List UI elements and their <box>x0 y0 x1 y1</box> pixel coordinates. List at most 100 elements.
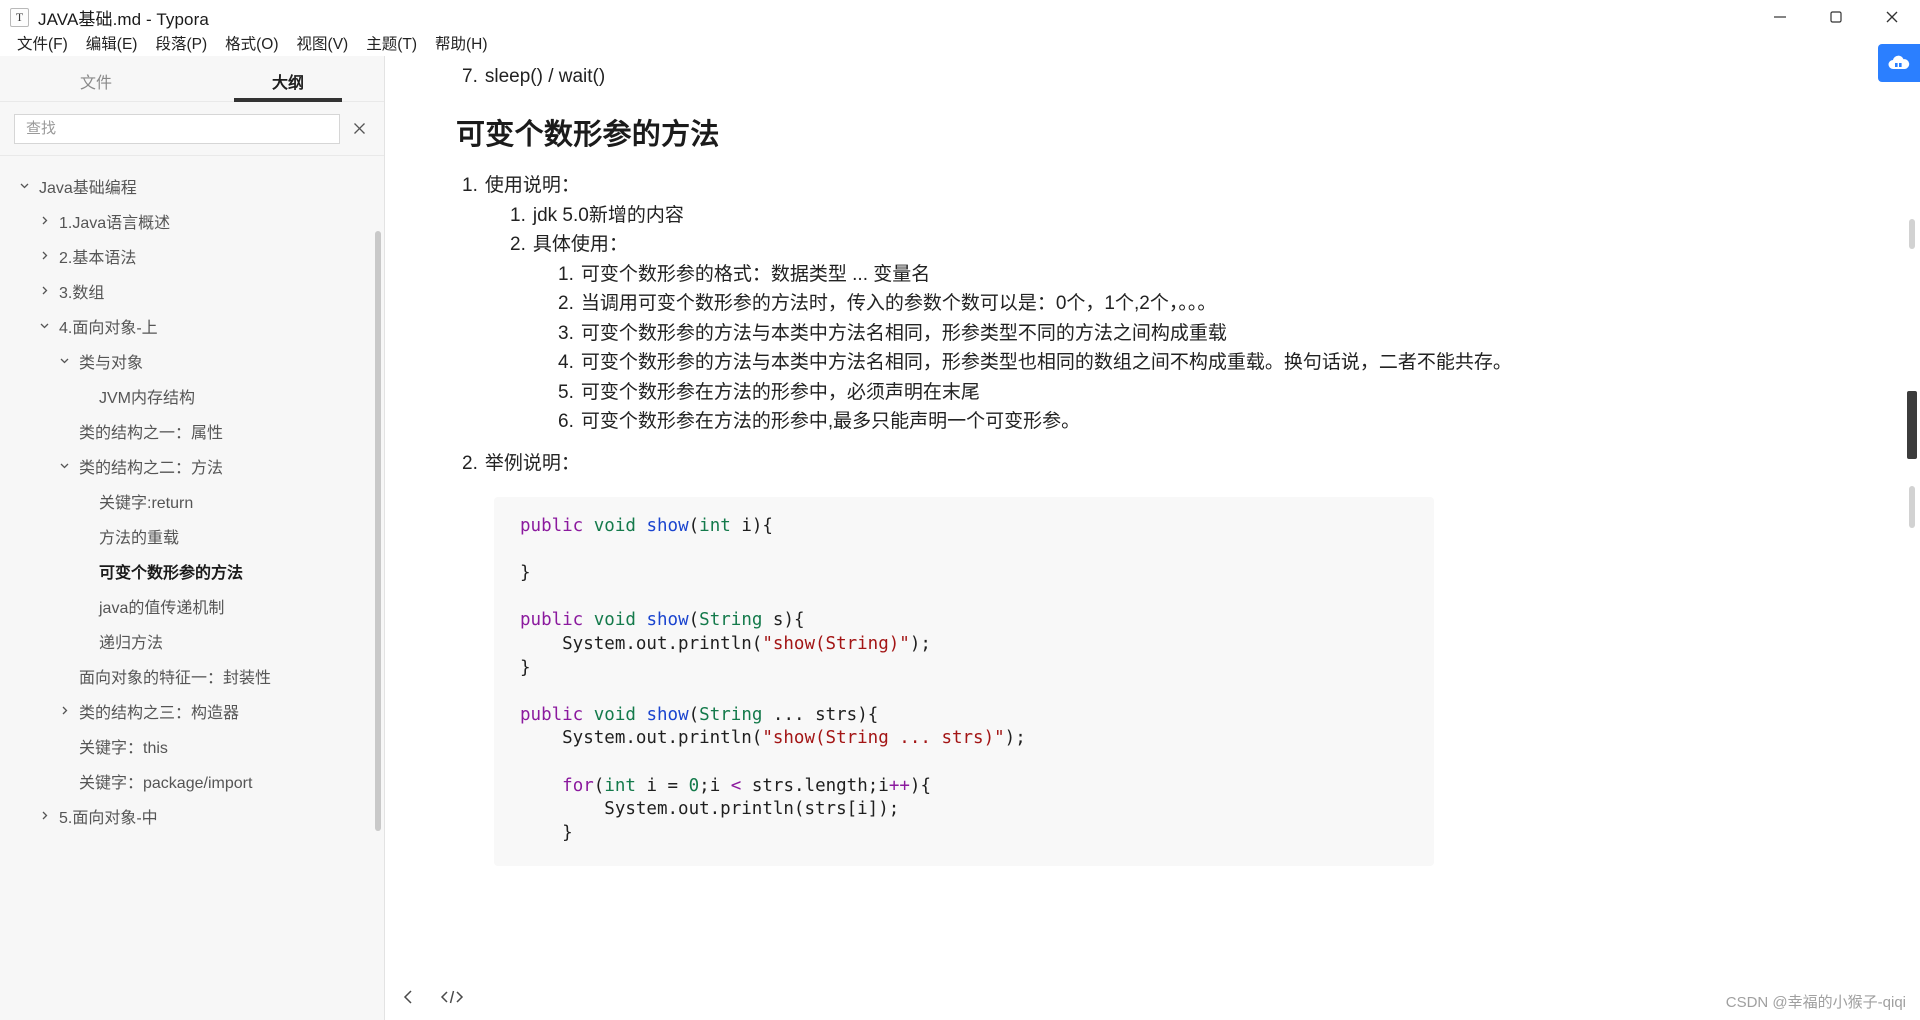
list-item-number: 2. <box>510 234 526 256</box>
source-code-mode-button[interactable] <box>440 988 464 1006</box>
list-item: 4. 可变个数形参的方法与本类中方法名相同，形参类型也相同的数组之间不构成重载。换… <box>558 348 1622 377</box>
code-token: System.out.println(strs[i]); <box>520 799 900 820</box>
code-token: ++ <box>888 775 910 796</box>
code-token: show <box>646 515 689 536</box>
code-token: show <box>646 704 689 725</box>
bottom-toolbar <box>386 974 1920 1020</box>
menu-paragraph[interactable]: 段落(P) <box>146 29 216 57</box>
list-item-number: 1. <box>510 204 526 226</box>
document-list: 1. 使用说明： 1. jdk 5.0新增的内容 2. 具体使用： 1. 可变个数形参的格式：… <box>446 171 1850 478</box>
search-input[interactable] <box>24 119 330 138</box>
menu-format[interactable]: 格式(O) <box>216 29 287 57</box>
chevron-right-icon[interactable] <box>36 285 52 296</box>
menu-view[interactable]: 视图(V) <box>288 29 358 57</box>
code-line: } <box>520 822 1408 846</box>
code-token: ( <box>688 515 700 536</box>
menu-theme[interactable]: 主题(T) <box>357 29 426 57</box>
list-item-text: 可变个数形参的方法与本类中方法名相同，形参类型不同的方法之间构成重载 <box>580 322 1227 344</box>
editor-pane[interactable]: 7. sleep() / wait() 可变个数形参的方法 1. 使用说明： 1. j… <box>386 56 1920 1020</box>
outline-item[interactable]: 关键字：package/import <box>0 763 384 798</box>
outline-item[interactable]: 5.面向对象-中 <box>0 798 384 833</box>
outline-item-label: Java基础编程 <box>39 179 137 197</box>
list-item-text: 可变个数形参在方法的形参中，必须声明在末尾 <box>580 381 980 403</box>
code-token: String <box>699 704 763 725</box>
chevron-right-icon[interactable] <box>36 810 52 821</box>
chevron-down-icon[interactable] <box>56 460 72 471</box>
list-item-text: 具体使用： <box>532 234 628 256</box>
code-token: } <box>520 657 531 678</box>
outline-item[interactable]: 2.基本语法 <box>0 238 384 273</box>
code-line: System.out.println("show(String ... strs… <box>520 727 1408 751</box>
cloud-sync-icon[interactable] <box>1878 44 1920 82</box>
list-item-number: 1. <box>558 263 574 285</box>
editor-scrollbar-thumb[interactable] <box>1907 391 1917 459</box>
chevron-down-icon[interactable] <box>16 180 32 191</box>
code-token: void <box>593 515 636 536</box>
sidebar-scrollbar[interactable] <box>375 231 381 831</box>
list-item: 5. 可变个数形参在方法的形参中，必须声明在末尾 <box>558 378 1622 407</box>
outline-item-label: 4.面向对象-上 <box>59 319 158 337</box>
list-item-number: 3. <box>558 322 574 344</box>
outline-item[interactable]: java的值传递机制 <box>0 588 384 623</box>
close-button[interactable] <box>1864 0 1920 34</box>
outline-item[interactable]: 关键字:return <box>0 483 384 518</box>
list-item-number: 4. <box>558 352 574 374</box>
outline-item[interactable]: 1.Java语言概述 <box>0 203 384 238</box>
outline-item[interactable]: 可变个数形参的方法 <box>0 553 384 588</box>
minimize-button[interactable] <box>1752 0 1808 34</box>
outline-tree: Java基础编程 1.Java语言概述 2.基本语法 3.数组 4.面向对象-上类与对象… <box>0 156 384 1020</box>
outline-item[interactable]: 方法的重载 <box>0 518 384 553</box>
tab-outline[interactable]: 大纲 <box>192 69 384 102</box>
outline-item[interactable]: 3.数组 <box>0 273 384 308</box>
chevron-right-icon[interactable] <box>56 705 72 716</box>
search-close-icon[interactable] <box>348 118 370 140</box>
chevron-right-icon[interactable] <box>36 250 52 261</box>
menu-file[interactable]: 文件(F) <box>8 29 77 57</box>
list-item-text: 举例说明： <box>484 453 580 475</box>
outline-item-label: 关键字：this <box>79 739 168 757</box>
outline-item[interactable]: JVM内存结构 <box>0 378 384 413</box>
outline-item[interactable]: 面向对象的特征一：封装性 <box>0 658 384 693</box>
maximize-button[interactable] <box>1808 0 1864 34</box>
sidebar-toggle-button[interactable] <box>400 988 418 1006</box>
outline-item-label: 1.Java语言概述 <box>59 214 171 232</box>
list-item: 3. 可变个数形参的方法与本类中方法名相同，形参类型不同的方法之间构成重载 <box>558 319 1622 348</box>
tab-files[interactable]: 文件 <box>0 69 192 101</box>
outline-item[interactable]: 类的结构之一：属性 <box>0 413 384 448</box>
code-token: ( <box>593 775 605 796</box>
window-title: JAVA基础.md - Typora <box>38 9 209 29</box>
sidebar: 文件 大纲 Java基础编程 1.Java语言概述 2.基本语法 3.数组 4.面向对象… <box>0 56 385 1020</box>
outline-item[interactable]: 类的结构之三：构造器 <box>0 693 384 728</box>
outline-item[interactable]: 类的结构之二：方法 <box>0 448 384 483</box>
menu-edit[interactable]: 编辑(E) <box>77 29 147 57</box>
menu-help[interactable]: 帮助(H) <box>426 29 497 57</box>
code-token: ){ <box>909 775 931 796</box>
outline-item[interactable]: 类与对象 <box>0 343 384 378</box>
code-token: ( <box>688 704 700 725</box>
chevron-down-icon[interactable] <box>56 355 72 366</box>
code-line: public void show(String s){ <box>520 609 1408 633</box>
code-token: int <box>699 515 731 536</box>
chevron-down-icon[interactable] <box>36 320 52 331</box>
chevron-right-icon[interactable] <box>36 215 52 226</box>
code-token: ( <box>688 610 700 631</box>
search-box[interactable] <box>14 113 340 144</box>
code-token: ); <box>909 633 931 654</box>
outline-item[interactable]: 4.面向对象-上 <box>0 308 384 343</box>
list-item-number: 5. <box>558 381 574 403</box>
outline-item[interactable]: Java基础编程 <box>0 168 384 203</box>
list-item-text: 使用说明： <box>484 175 580 197</box>
list-item: 2. 举例说明： <box>462 449 1622 478</box>
outline-item[interactable]: 递归方法 <box>0 623 384 658</box>
list-item-text: 可变个数形参在方法的形参中,最多只能声明一个可变形参。 <box>580 410 1081 432</box>
code-line: public void show(int i){ <box>520 515 1408 539</box>
outline-item-label: 关键字：package/import <box>79 774 253 792</box>
code-line: for(int i = 0;i < strs.length;i++){ <box>520 775 1408 799</box>
code-block[interactable]: public void show(int i){ } public void s… <box>494 496 1434 866</box>
outline-item-label: 2.基本语法 <box>59 249 137 267</box>
outline-item[interactable]: 关键字：this <box>0 728 384 763</box>
